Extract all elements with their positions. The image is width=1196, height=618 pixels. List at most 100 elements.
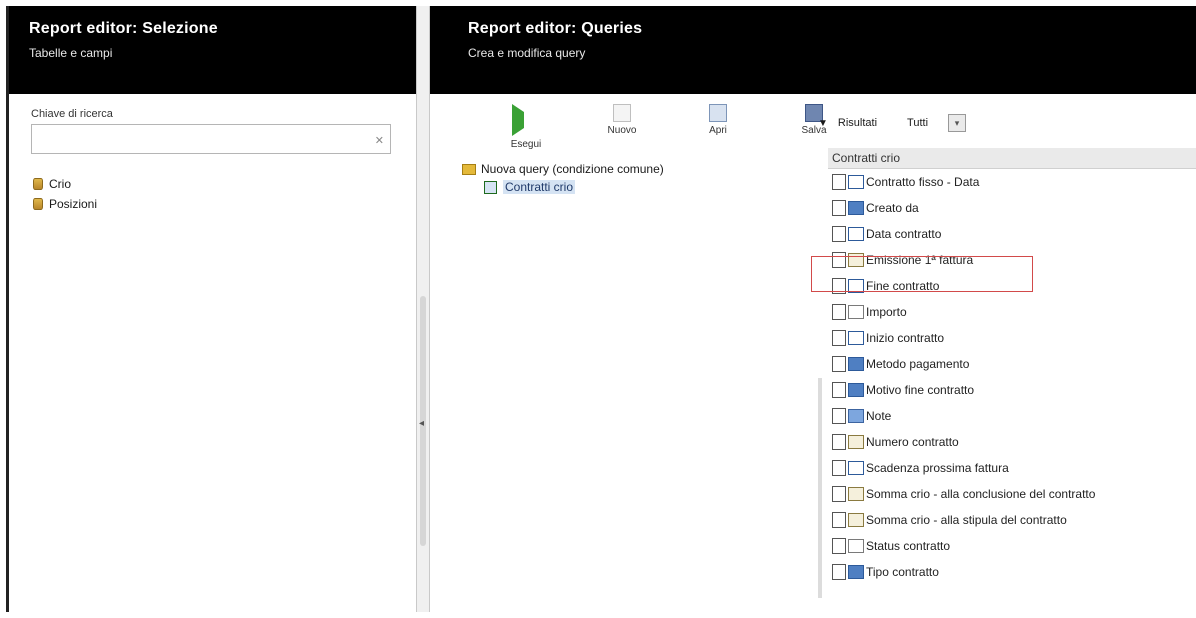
field-checkbox[interactable] xyxy=(832,564,846,580)
user-icon xyxy=(848,201,864,215)
queries-panel-subtitle: Crea e modifica query xyxy=(468,46,586,60)
open-icon xyxy=(709,104,727,122)
field-label: Numero contratto xyxy=(866,435,959,449)
field-row[interactable]: Numero contratto xyxy=(828,429,1196,455)
play-icon xyxy=(512,104,540,136)
queries-panel: Report editor: Queries Crea e modifica q… xyxy=(430,6,1196,612)
queries-panel-header: Report editor: Queries Crea e modifica q… xyxy=(430,6,1196,94)
field-row[interactable]: Importo xyxy=(828,299,1196,325)
query-toolbar: Esegui Nuovo Apri Salva xyxy=(478,104,862,150)
field-checkbox[interactable] xyxy=(832,200,846,216)
field-label: Somma crio - alla conclusione del contra… xyxy=(866,487,1096,501)
field-checkbox[interactable] xyxy=(832,330,846,346)
table-icon xyxy=(484,180,497,194)
results-value[interactable]: Tutti xyxy=(907,117,928,129)
open-button[interactable]: Apri xyxy=(670,104,766,150)
selection-panel: Report editor: Selezione Tabelle e campi… xyxy=(6,6,419,612)
field-label: Creato da xyxy=(866,201,919,215)
field-label: Note xyxy=(866,409,892,423)
selection-panel-header: Report editor: Selezione Tabelle e campi xyxy=(9,6,419,94)
date-icon xyxy=(848,331,864,345)
user-icon xyxy=(848,383,864,397)
field-checkbox[interactable] xyxy=(832,486,846,502)
results-filter: ▼ Risultati Tutti ▾ xyxy=(818,114,967,132)
date-icon xyxy=(848,461,864,475)
selection-panel-subtitle: Tabelle e campi xyxy=(29,46,113,60)
field-checkbox[interactable] xyxy=(832,408,846,424)
field-row[interactable]: Creato da xyxy=(828,195,1196,221)
field-label: Somma crio - alla stipula del contratto xyxy=(866,513,1067,527)
query-child-label: Contratti crio xyxy=(503,180,576,194)
edit-icon xyxy=(848,513,864,527)
field-row[interactable]: Metodo pagamento xyxy=(828,351,1196,377)
toggle-arrow-icon[interactable]: ▼ xyxy=(818,118,828,129)
tree-item-crio[interactable]: Crio xyxy=(33,174,97,194)
field-checkbox[interactable] xyxy=(832,226,846,242)
search-input[interactable]: ✕ xyxy=(31,124,391,154)
panel-splitter[interactable]: ◂ xyxy=(416,6,430,612)
number-icon xyxy=(848,305,864,319)
edit-icon xyxy=(848,487,864,501)
query-root-node[interactable]: Nuova query (condizione comune) xyxy=(462,160,664,178)
field-checkbox[interactable] xyxy=(832,512,846,528)
fields-list-title: Contratti crio xyxy=(828,148,1196,169)
tree-item-posizioni[interactable]: Posizioni xyxy=(33,194,97,214)
execute-button[interactable]: Esegui xyxy=(478,104,574,150)
field-label: Status contratto xyxy=(866,539,951,553)
field-row[interactable]: Contratto fisso - Data xyxy=(828,169,1196,195)
tree-item-label: Crio xyxy=(49,177,72,191)
tables-tree: Crio Posizioni xyxy=(33,174,97,214)
field-label: Importo xyxy=(866,305,907,319)
field-row[interactable]: Somma crio - alla stipula del contratto xyxy=(828,507,1196,533)
field-row[interactable]: Motivo fine contratto xyxy=(828,377,1196,403)
date-icon xyxy=(848,175,864,189)
new-button-label: Nuovo xyxy=(607,125,637,136)
field-row[interactable]: Somma crio - alla conclusione del contra… xyxy=(828,481,1196,507)
edit-icon xyxy=(848,435,864,449)
number-icon xyxy=(848,539,864,553)
field-label: Data contratto xyxy=(866,227,942,241)
clear-search-icon[interactable]: ✕ xyxy=(375,134,384,147)
results-dropdown-button[interactable]: ▾ xyxy=(948,114,967,132)
field-row[interactable]: Tipo contratto xyxy=(828,559,1196,585)
field-row[interactable]: Inizio contratto xyxy=(828,325,1196,351)
new-document-icon xyxy=(613,104,631,122)
date-icon xyxy=(848,227,864,241)
field-checkbox[interactable] xyxy=(832,304,846,320)
field-row[interactable]: Scadenza prossima fattura xyxy=(828,455,1196,481)
query-child-node[interactable]: Contratti crio xyxy=(484,178,664,196)
open-button-label: Apri xyxy=(709,125,727,136)
execute-button-label: Esegui xyxy=(510,139,542,150)
results-label: Risultati xyxy=(837,117,878,129)
user-icon xyxy=(848,357,864,371)
note-icon xyxy=(848,409,864,423)
field-checkbox[interactable] xyxy=(832,174,846,190)
field-checkbox[interactable] xyxy=(832,538,846,554)
field-label: Metodo pagamento xyxy=(866,357,970,371)
collapse-arrow-icon[interactable]: ◂ xyxy=(419,418,424,429)
search-label: Chiave di ricerca xyxy=(31,108,113,120)
field-label: Scadenza prossima fattura xyxy=(866,461,1009,475)
new-button[interactable]: Nuovo xyxy=(574,104,670,150)
field-row[interactable]: Status contratto xyxy=(828,533,1196,559)
tree-item-label: Posizioni xyxy=(49,197,98,211)
field-checkbox[interactable] xyxy=(832,356,846,372)
field-checkbox[interactable] xyxy=(832,382,846,398)
query-root-label: Nuova query (condizione comune) xyxy=(481,162,664,176)
field-label: Inizio contratto xyxy=(866,331,945,345)
query-tree: Nuova query (condizione comune) Contratt… xyxy=(462,160,664,196)
queries-panel-title: Report editor: Queries xyxy=(468,20,643,37)
database-icon xyxy=(33,198,43,210)
field-row[interactable]: Data contratto xyxy=(828,221,1196,247)
field-checkbox[interactable] xyxy=(832,434,846,450)
fields-list: Contratti crio Contratto fisso - Data Cre… xyxy=(828,148,1196,618)
selection-panel-title: Report editor: Selezione xyxy=(29,20,218,37)
field-label: Tipo contratto xyxy=(866,565,939,579)
folder-icon xyxy=(462,163,476,175)
field-checkbox[interactable] xyxy=(832,460,846,476)
selection-highlight-box xyxy=(811,256,1033,292)
fields-scrollbar[interactable] xyxy=(818,378,822,598)
field-row[interactable]: Note xyxy=(828,403,1196,429)
database-icon xyxy=(33,178,43,190)
user-icon xyxy=(848,565,864,579)
